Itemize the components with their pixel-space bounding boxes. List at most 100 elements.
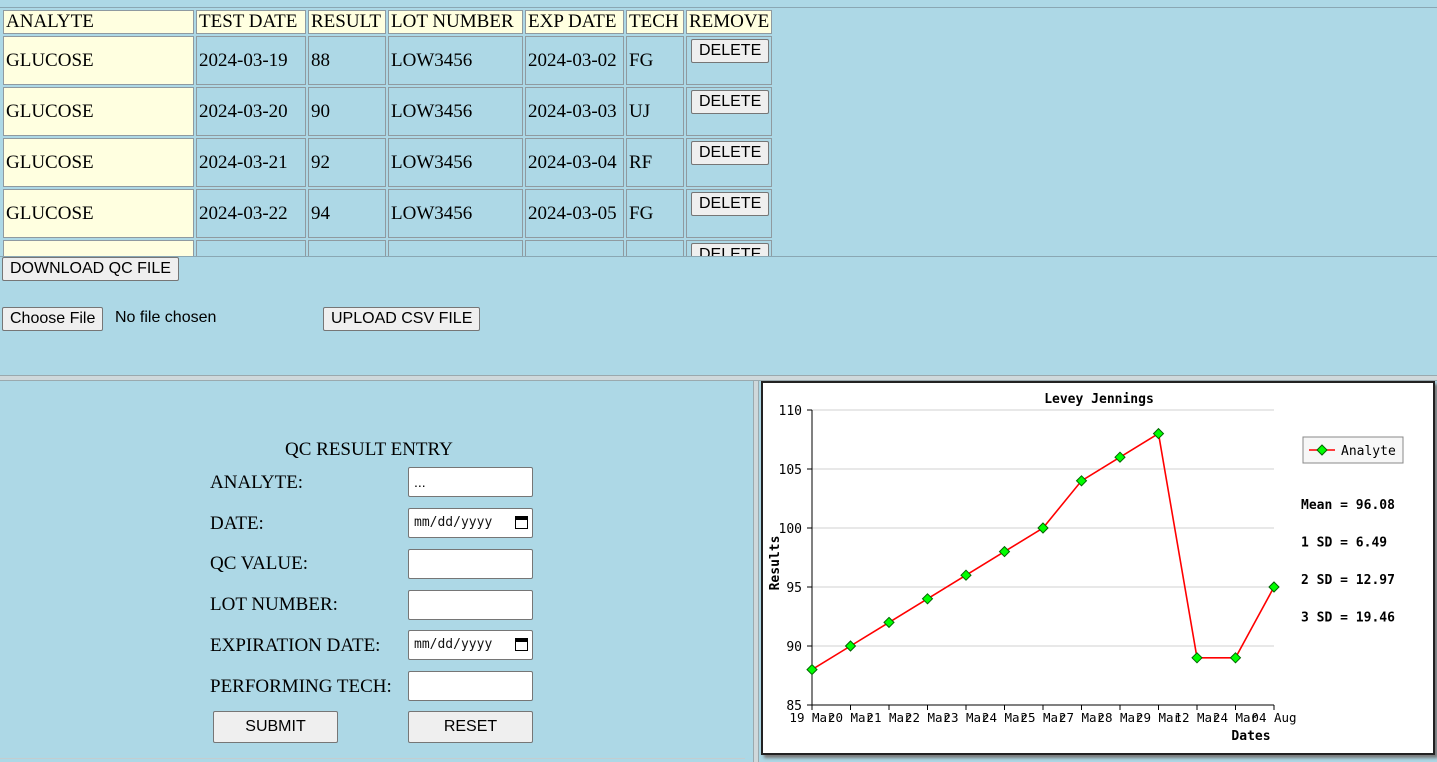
data-point [921, 593, 934, 605]
table-cell-exp: 2024-03-05 [525, 189, 624, 238]
table-row: GLUCOSE 2024-03-21 92 LOW3456 2024-03-04 RF DE… [3, 138, 773, 187]
levey-jennings-chart: 85 90 95 100 105 110 19 Mar 20 Mar 21 Mar 22 Mar 2… [761, 381, 1435, 755]
table-cell-result [308, 240, 386, 256]
table-cell-lot: LOW3456 [388, 87, 523, 136]
table-cell-lot: LOW3456 [388, 138, 523, 187]
table-cell-remove: DELETE [686, 138, 773, 187]
data-point [998, 545, 1011, 558]
column-header: TECH [626, 10, 684, 34]
table-cell-test-date [196, 240, 306, 256]
data-point [1191, 652, 1203, 664]
table-cell-analyte: GLUCOSE [3, 189, 194, 238]
table-cell-tech: FG [626, 36, 684, 85]
x-axis-label: Dates [1231, 729, 1270, 744]
column-header: LOT NUMBER [388, 10, 523, 34]
performing-tech-input[interactable] [408, 671, 533, 701]
performing-tech-label: PERFORMING TECH: [210, 676, 392, 697]
table-cell-remove: DELETE [686, 87, 773, 136]
table-cell-lot: LOW3456 [388, 189, 523, 238]
table-cell-result: 90 [308, 87, 386, 136]
table-row: GLUCOSE 2024-03-20 90 LOW3456 2024-03-03 UJ DE… [3, 87, 773, 136]
table-cell-test-date: 2024-03-19 [196, 36, 306, 85]
y-tick-label: 100 [779, 522, 802, 537]
data-point [1114, 451, 1126, 463]
file-status-text: No file chosen [115, 309, 217, 326]
choose-file-button[interactable]: Choose File [2, 307, 104, 331]
form-title: QC RESULT ENTRY [285, 439, 453, 460]
qc-value-input[interactable] [408, 549, 533, 579]
expiration-date-placeholder: mm/dd/yyyy [414, 637, 493, 652]
table-cell-exp: 2024-03-02 [525, 36, 624, 85]
divider [0, 256, 1437, 257]
lot-number-input[interactable] [408, 590, 533, 620]
qc-value-label: QC VALUE: [210, 553, 309, 574]
date-label: DATE: [210, 513, 264, 534]
table-cell-analyte: GLUCOSE [3, 36, 194, 85]
table-body: GLUCOSE 2024-03-19 88 LOW3456 2024-03-02 FG DE… [3, 36, 773, 256]
table-cell-lot: LOW3456 [388, 36, 523, 85]
y-axis-label: Results [768, 536, 783, 591]
submit-button[interactable]: SUBMIT [213, 711, 338, 743]
table-cell-tech [626, 240, 684, 256]
data-point [1268, 581, 1280, 593]
table-cell-test-date: 2024-03-20 [196, 87, 306, 136]
delete-button[interactable]: DELETE [691, 141, 770, 165]
download-qc-file-button[interactable]: DOWNLOAD QC FILE [2, 257, 179, 281]
expiration-date-input[interactable]: mm/dd/yyyy [408, 630, 533, 660]
table-cell-lot [388, 240, 523, 256]
table-cell-tech: FG [626, 189, 684, 238]
table-cell-exp: 2024-03-04 [525, 138, 624, 187]
qc-results-table: ANALYTE TEST DATE RESULT LOT NUMBER EXP DATE… [1, 8, 774, 256]
table-cell-tech: UJ [626, 87, 684, 136]
expiration-date-label: EXPIRATION DATE: [210, 635, 381, 656]
legend-label: Analyte [1341, 444, 1396, 459]
delete-button[interactable]: DELETE [691, 39, 770, 63]
data-point [844, 640, 857, 652]
qc-results-table-container[interactable]: ANALYTE TEST DATE RESULT LOT NUMBER EXP DATE… [0, 8, 1437, 256]
y-tick-label: 110 [779, 404, 802, 419]
table-cell-remove: DELETE [686, 36, 773, 85]
table-cell-result: 92 [308, 138, 386, 187]
table-cell-exp: 2024-03-03 [525, 87, 624, 136]
delete-button[interactable]: DELETE [691, 192, 770, 216]
table-cell-test-date: 2024-03-21 [196, 138, 306, 187]
table-row: DELETE [3, 240, 773, 256]
table-cell-exp [525, 240, 624, 256]
x-tick-label: 04 Aug [1251, 710, 1296, 725]
data-point [1152, 427, 1165, 440]
delete-button[interactable]: DELETE [691, 90, 770, 114]
table-cell-result: 88 [308, 36, 386, 85]
table-cell-remove: DELETE [686, 189, 773, 238]
analyte-input[interactable] [408, 467, 533, 497]
table-header-row: ANALYTE TEST DATE RESULT LOT NUMBER EXP DATE… [3, 10, 773, 34]
upload-csv-file-button[interactable]: UPLOAD CSV FILE [323, 307, 481, 331]
chart-svg: 85909510010511019 Mar20 Mar21 Mar22 Mar2… [768, 392, 1404, 744]
data-point [1229, 652, 1242, 664]
date-input[interactable]: mm/dd/yyyy [408, 508, 533, 538]
calendar-icon[interactable] [515, 638, 528, 651]
calendar-icon[interactable] [515, 516, 528, 529]
date-placeholder: mm/dd/yyyy [414, 515, 493, 530]
table-cell-result: 94 [308, 189, 386, 238]
data-point [960, 569, 972, 581]
data-point [883, 616, 895, 629]
stat-text: 2 SD = 12.97 [1301, 573, 1395, 588]
y-tick-label: 90 [786, 640, 802, 655]
stat-text: 1 SD = 6.49 [1301, 536, 1387, 551]
reset-button[interactable]: RESET [408, 711, 533, 743]
delete-button[interactable]: DELETE [691, 243, 770, 256]
column-header: TEST DATE [196, 10, 306, 34]
table-cell-tech: RF [626, 138, 684, 187]
stat-text: 3 SD = 19.46 [1301, 611, 1395, 626]
data-point [806, 663, 818, 676]
column-header: EXP DATE [525, 10, 624, 34]
table-cell-analyte: GLUCOSE [3, 138, 194, 187]
lot-number-label: LOT NUMBER: [210, 594, 338, 615]
chart-title: Levey Jennings [1044, 392, 1154, 407]
analyte-label: ANALYTE: [210, 472, 304, 493]
table-row: GLUCOSE 2024-03-19 88 LOW3456 2024-03-02 FG DE… [3, 36, 773, 85]
stat-text: Mean = 96.08 [1301, 498, 1395, 513]
column-header: ANALYTE [3, 10, 194, 34]
vertical-frame-divider[interactable] [753, 381, 759, 762]
table-row: GLUCOSE 2024-03-22 94 LOW3456 2024-03-05 FG DE… [3, 189, 773, 238]
